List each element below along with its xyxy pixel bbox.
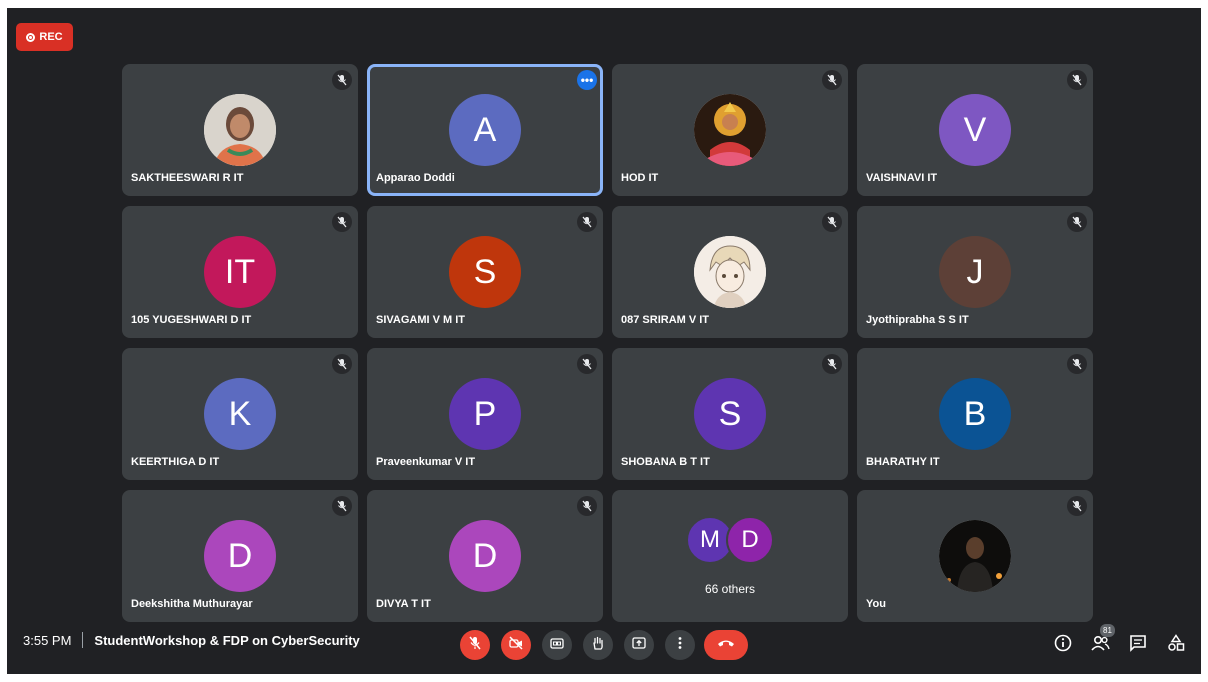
meeting-title: StudentWorkshop & FDP on CyberSecurity [94,632,360,648]
present-icon [632,636,646,655]
others-count-label: 66 others [704,582,756,596]
participant-avatar: J [939,236,1011,308]
hang-up-icon [717,636,735,654]
leave-call-button[interactable] [704,630,748,660]
chat-button[interactable] [1125,632,1151,658]
mic-off-icon [332,70,352,90]
participant-tile[interactable]: P Praveenkumar V IT [367,348,603,480]
participant-avatar: A [449,94,521,166]
self-name: You [866,598,886,610]
clock-time: 3:55 PM [23,632,72,648]
meeting-info: 3:55 PM StudentWorkshop & FDP on CyberSe… [23,632,360,648]
participant-tile[interactable]: IT 105 YUGESHWARI D IT [122,206,358,338]
participant-tile[interactable]: S SIVAGAMI V M IT [367,206,603,338]
participant-avatar: S [449,236,521,308]
participant-count-badge: 81 [1100,624,1115,637]
participant-tile[interactable]: HOD IT [612,64,848,196]
meet-screen: REC SAKTHEESWARI R IT A Apparao Doddi ••… [7,8,1201,674]
participant-avatar: V [939,94,1011,166]
divider [82,632,84,648]
more-vert-icon [673,636,687,655]
participant-name: Praveenkumar V IT [376,456,476,468]
mic-off-icon [332,496,352,516]
participant-name: HOD IT [621,172,659,184]
participant-avatar: D [449,520,521,592]
meeting-details-button[interactable] [1050,632,1076,658]
captions-button[interactable] [542,630,572,660]
mic-off-icon [332,212,352,232]
mic-off-icon [822,354,842,374]
bottom-bar: 3:55 PM StudentWorkshop & FDP on CyberSe… [7,618,1201,674]
mic-toggle-button[interactable] [460,630,490,660]
participant-name: Deekshitha Muthurayar [131,598,253,610]
shapes-icon [1167,633,1185,657]
participant-name: Jyothiprabha S S IT [866,314,969,326]
participant-name: 087 SRIRAM V IT [621,314,710,326]
participant-tile[interactable]: S SHOBANA B T IT [612,348,848,480]
camera-off-icon [509,635,523,655]
participant-tile[interactable]: D Deekshitha Muthurayar [122,490,358,622]
others-tile[interactable]: M D 66 others [612,490,848,622]
participant-avatar: K [204,378,276,450]
activities-button[interactable] [1163,632,1189,658]
participant-name: 105 YUGESHWARI D IT [131,314,252,326]
mic-off-icon [577,496,597,516]
captions-icon [550,636,564,655]
participant-avatar: S [694,378,766,450]
man-night-photo [939,520,1011,592]
mic-off-icon [577,354,597,374]
mic-off-icon [468,636,482,655]
participant-name: SAKTHEESWARI R IT [131,172,244,184]
woman-portrait-photo [204,94,276,166]
people-button[interactable]: 81 [1087,624,1115,658]
participant-tile[interactable]: J Jyothiprabha S S IT [857,206,1093,338]
participant-tile-speaking[interactable]: A Apparao Doddi ••• [367,64,603,196]
participant-avatar: IT [204,236,276,308]
mic-off-icon [577,212,597,232]
raise-hand-button[interactable] [583,630,613,660]
mic-off-icon [332,354,352,374]
participant-name: SHOBANA B T IT [621,456,710,468]
mic-off-icon [822,70,842,90]
others-avatar: D [726,516,774,564]
present-screen-button[interactable] [624,630,654,660]
mic-off-icon [1067,70,1087,90]
more-options-button[interactable] [665,630,695,660]
more-options-icon[interactable]: ••• [577,70,597,90]
camera-toggle-button[interactable] [501,630,531,660]
record-icon [26,32,36,42]
recording-label: REC [39,31,63,43]
recording-indicator[interactable]: REC [16,23,73,51]
mic-off-icon [1067,496,1087,516]
participant-name: Apparao Doddi [376,172,455,184]
anime-sketch-photo [694,236,766,308]
participant-tile[interactable]: SAKTHEESWARI R IT [122,64,358,196]
participant-name: KEERTHIGA D IT [131,456,220,468]
participant-avatar: B [939,378,1011,450]
participant-name: VAISHNAVI IT [866,172,938,184]
mic-off-icon [1067,354,1087,374]
chat-icon [1129,634,1147,657]
participant-name: BHARATHY IT [866,456,940,468]
participant-tile[interactable]: V VAISHNAVI IT [857,64,1093,196]
hand-icon [591,636,605,655]
participant-tile[interactable]: B BHARATHY IT [857,348,1093,480]
participant-tile[interactable]: D DIVYA T IT [367,490,603,622]
participant-avatar: D [204,520,276,592]
participant-tile[interactable]: 087 SRIRAM V IT [612,206,848,338]
goddess-image-photo [694,94,766,166]
mic-off-icon [1067,212,1087,232]
participant-tile[interactable]: K KEERTHIGA D IT [122,348,358,480]
mic-off-icon [822,212,842,232]
participant-name: SIVAGAMI V M IT [376,314,466,326]
participant-avatar: P [449,378,521,450]
self-tile[interactable]: You [857,490,1093,622]
info-icon [1054,634,1072,657]
others-avatar-stack: M D [682,516,778,564]
participant-grid: SAKTHEESWARI R IT A Apparao Doddi ••• HO… [122,64,1093,622]
participant-name: DIVYA T IT [376,598,431,610]
